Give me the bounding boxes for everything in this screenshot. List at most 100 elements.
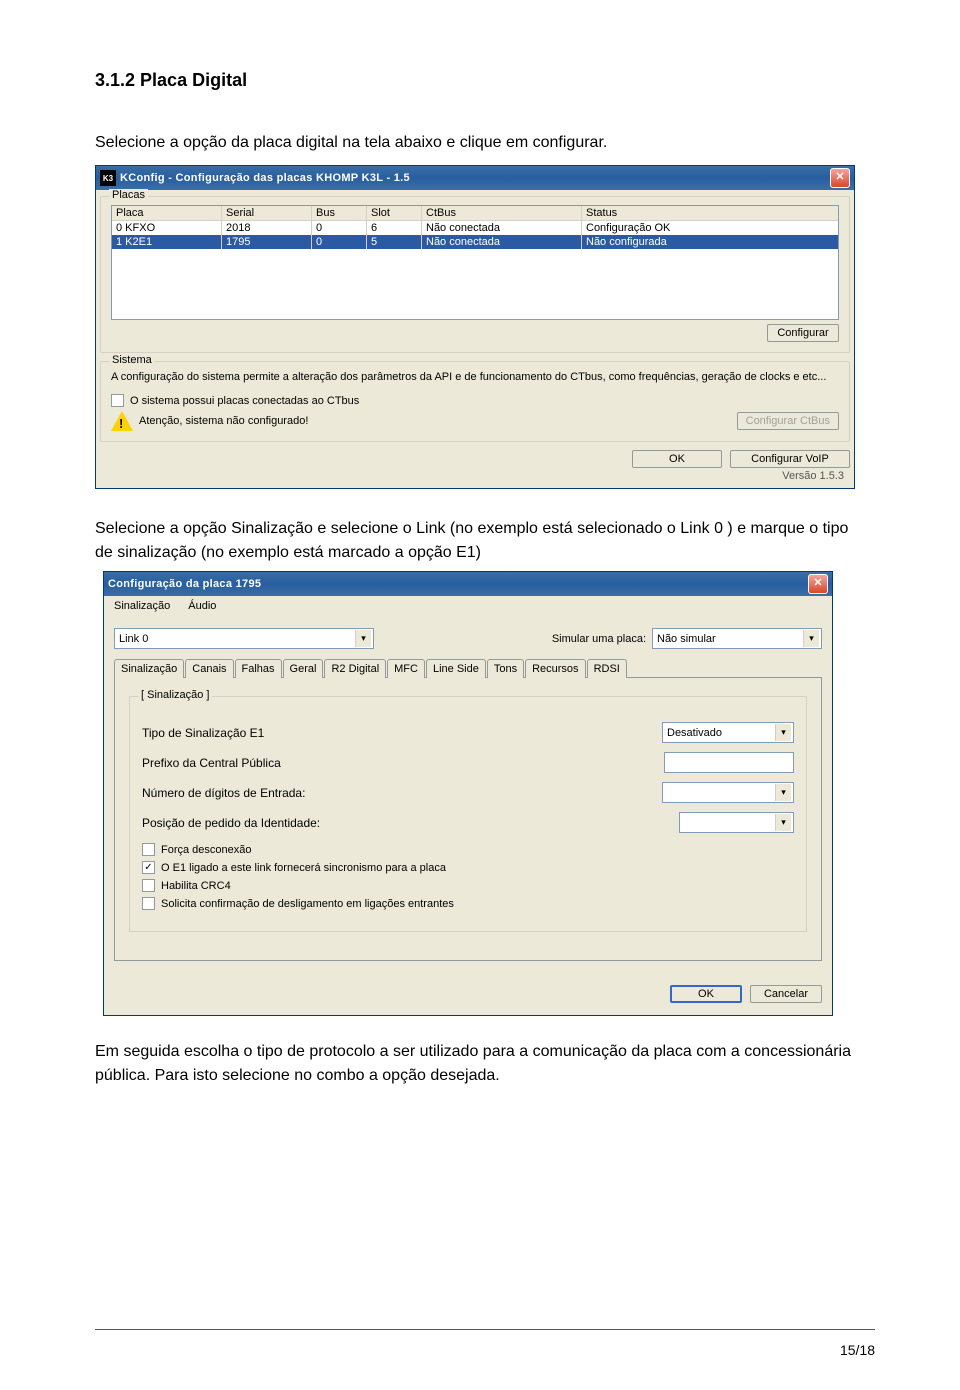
numdig-dropdown[interactable]: ▾ [662,782,794,803]
checkbox-icon[interactable] [142,879,155,892]
chevron-down-icon[interactable]: ▾ [775,724,791,741]
checkbox-icon[interactable]: ✓ [142,861,155,874]
cell: Não conectada [422,235,582,249]
checkbox-icon[interactable] [142,843,155,856]
tab-falhas[interactable]: Falhas [235,659,282,678]
forca-desconexao-checkbox[interactable]: Força desconexão [142,843,794,856]
cell: Não conectada [422,221,582,235]
col-status: Status [582,206,838,220]
col-slot: Slot [367,206,422,220]
cell: 5 [367,235,422,249]
page-number: 15/18 [840,1342,875,1358]
e1-sincronismo-checkbox[interactable]: ✓ O E1 ligado a este link fornecerá sinc… [142,861,794,874]
menu-sinalizacao[interactable]: Sinalização [106,598,178,614]
cell: 0 KFXO [112,221,222,235]
intro-text: Selecione a opção da placa digital na te… [95,131,865,155]
checkbox-label: Força desconexão [161,844,252,856]
close-icon[interactable]: ✕ [808,574,828,594]
habilita-crc4-checkbox[interactable]: Habilita CRC4 [142,879,794,892]
ok-button[interactable]: OK [632,450,722,468]
cell: 1 K2E1 [112,235,222,249]
tab-tons[interactable]: Tons [487,659,524,678]
sistema-group: Sistema A configuração do sistema permit… [100,361,850,442]
tipo-sinalizacao-label: Tipo de Sinalização E1 [142,726,264,740]
confirmacao-desligamento-checkbox[interactable]: Solicita confirmação de desligamento em … [142,897,794,910]
sinalizacao-group: [ Sinalização ] Tipo de Sinalização E1 D… [129,696,807,932]
close-icon[interactable]: ✕ [830,168,850,188]
warning-icon [111,411,133,431]
posicao-dropdown[interactable]: ▾ [679,812,794,833]
tipo-sinalizacao-dropdown[interactable]: Desativado ▾ [662,722,794,743]
tab-canais[interactable]: Canais [185,659,233,678]
table-row[interactable]: 0 KFXO 2018 0 6 Não conectada Configuraç… [112,221,838,235]
cell: 6 [367,221,422,235]
tab-rdsi[interactable]: RDSI [587,659,627,678]
link-dropdown[interactable]: Link 0 ▾ [114,628,374,649]
version-label: Versão 1.5.3 [100,468,850,482]
cell: 0 [312,221,367,235]
configuracao-placa-window: Configuração da placa 1795 ✕ Sinalização… [103,571,833,1016]
col-placa: Placa [112,206,222,220]
sinalizacao-legend: [ Sinalização ] [138,689,212,701]
simular-label: Simular uma placa: [552,633,646,645]
tab-recursos[interactable]: Recursos [525,659,585,678]
table-row[interactable]: 1 K2E1 1795 0 5 Não conectada Não config… [112,235,838,249]
prefixo-label: Prefixo da Central Pública [142,756,281,770]
configurar-ctbus-button: Configurar CtBus [737,412,839,430]
checkbox-label: Solicita confirmação de desligamento em … [161,898,454,910]
section-heading: 3.1.2 Placa Digital [95,70,865,91]
chevron-down-icon[interactable]: ▾ [803,630,819,647]
window-title: KConfig - Configuração das placas KHOMP … [120,172,830,184]
window-title: Configuração da placa 1795 [108,578,808,590]
tab-geral[interactable]: Geral [283,659,324,678]
simular-dropdown[interactable]: Não simular ▾ [652,628,822,649]
checkbox-icon[interactable] [111,394,124,407]
chevron-down-icon[interactable]: ▾ [775,784,791,801]
tipo-sinalizacao-value: Desativado [667,727,775,739]
menu-audio[interactable]: Áudio [180,598,224,614]
ctbus-checkbox-row[interactable]: O sistema possui placas conectadas ao CT… [111,394,839,407]
ctbus-checkbox-label: O sistema possui placas conectadas ao CT… [130,395,359,407]
app-icon: K3 [100,170,116,186]
mid-text: Selecione a opção Sinalização e selecion… [95,517,865,565]
tab-mfc[interactable]: MFC [387,659,425,678]
titlebar: K3 KConfig - Configuração das placas KHO… [96,166,854,190]
placas-legend: Placas [109,189,148,201]
cell: 1795 [222,235,312,249]
posicao-label: Posição de pedido da Identidade: [142,816,320,830]
cancelar-button[interactable]: Cancelar [750,985,822,1003]
prefixo-input[interactable] [664,752,794,773]
tab-r2digital[interactable]: R2 Digital [324,659,386,678]
ok-button[interactable]: OK [670,985,742,1003]
checkbox-label: O E1 ligado a este link fornecerá sincro… [161,862,446,874]
titlebar: Configuração da placa 1795 ✕ [104,572,832,596]
tab-panel: [ Sinalização ] Tipo de Sinalização E1 D… [114,678,822,961]
configurar-button[interactable]: Configurar [767,324,839,342]
col-serial: Serial [222,206,312,220]
kconfig-window: K3 KConfig - Configuração das placas KHO… [95,165,855,489]
link-value: Link 0 [119,633,355,645]
checkbox-label: Habilita CRC4 [161,880,231,892]
chevron-down-icon[interactable]: ▾ [775,814,791,831]
end-text: Em seguida escolha o tipo de protocolo a… [95,1040,865,1088]
footer-divider [95,1329,875,1330]
warning-text: Atenção, sistema não configurado! [139,415,308,427]
numdig-label: Número de dígitos de Entrada: [142,786,305,800]
cell: Não configurada [582,235,838,249]
cell: 0 [312,235,367,249]
checkbox-icon[interactable] [142,897,155,910]
simular-value: Não simular [657,633,803,645]
configurar-voip-button[interactable]: Configurar VoIP [730,450,850,468]
tab-lineside[interactable]: Line Side [426,659,486,678]
menubar: Sinalização Áudio [104,596,832,618]
sistema-legend: Sistema [109,354,155,366]
col-bus: Bus [312,206,367,220]
cell: Configuração OK [582,221,838,235]
table-header: Placa Serial Bus Slot CtBus Status [112,206,838,221]
table-empty-area [112,249,838,319]
chevron-down-icon[interactable]: ▾ [355,630,371,647]
tab-sinalizacao[interactable]: Sinalização [114,659,184,678]
tabstrip: Sinalização Canais Falhas Geral R2 Digit… [114,659,822,678]
cell: 2018 [222,221,312,235]
col-ctbus: CtBus [422,206,582,220]
